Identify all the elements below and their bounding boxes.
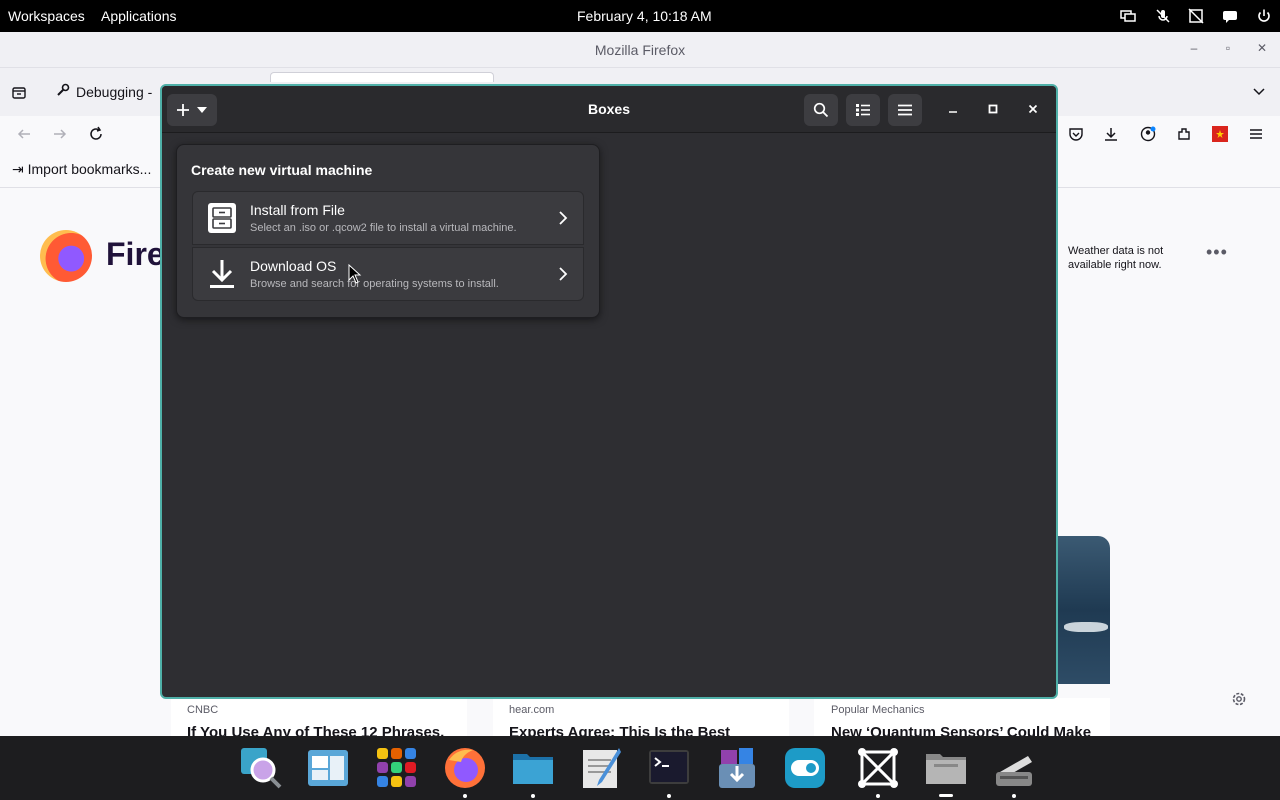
gear-icon[interactable] [1230,690,1248,713]
toggle-app-icon[interactable] [783,746,827,790]
firefox-window-title: Mozilla Firefox [594,42,686,58]
install-from-file-subtitle: Select an .iso or .qcow2 file to install… [250,222,517,234]
running-indicator [463,794,467,798]
create-vm-popover: Create new virtual machine Install from … [176,144,600,318]
story-headline[interactable]: If You Use Any of These 12 Phrases, [187,724,457,736]
story-headline[interactable]: Experts Agree: This Is the Best [509,724,779,736]
boxes-minimize-button[interactable] [942,98,964,120]
workspaces-button[interactable]: Workspaces [8,8,85,24]
boxes-app-icon[interactable] [856,746,900,790]
hamburger-menu-icon [898,104,912,116]
mouse-cursor-icon [348,263,362,289]
applications-button[interactable]: Applications [101,8,177,24]
back-icon[interactable] [16,126,32,142]
boxes-window: Boxes Create new virtual machine Install… [160,84,1058,699]
maximize-icon [988,104,998,114]
close-icon [1028,104,1038,114]
story-image[interactable] [1058,536,1110,684]
downloads-icon[interactable] [1103,126,1119,142]
popover-title: Create new virtual machine [191,162,373,178]
install-from-file-title: Install from File [250,202,345,218]
search-app-icon[interactable] [239,746,283,790]
firefox-titlebar: Mozilla Firefox – ▫ ✕ [0,32,1280,68]
software-center-icon[interactable] [715,746,759,790]
main-menu-button[interactable] [888,94,922,126]
tab-label: Debugging - [76,84,153,100]
story-source: Popular Mechanics [831,704,925,716]
minimize-icon[interactable]: – [1186,40,1202,56]
boxes-maximize-button[interactable] [982,98,1004,120]
download-os-title: Download OS [250,258,337,274]
wrench-icon [56,74,70,110]
story-source: hear.com [509,704,555,716]
running-indicator [667,794,671,798]
clock[interactable]: February 4, 10:18 AM [577,8,712,24]
close-icon[interactable]: ✕ [1254,40,1270,56]
import-icon: ⇥ [12,161,24,177]
boxes-close-button[interactable] [1022,98,1044,120]
minimize-icon [949,111,957,113]
forward-icon[interactable] [52,126,68,142]
more-options-icon[interactable]: ••• [1206,242,1228,263]
files-manager-icon[interactable] [306,746,350,790]
view-toggle-button[interactable] [846,94,880,126]
chevron-down-icon[interactable] [1252,84,1266,103]
chevron-right-icon [557,266,569,287]
menu-icon[interactable] [1248,126,1264,142]
maximize-icon[interactable]: ▫ [1220,40,1236,56]
install-from-file-row[interactable]: Install from File Select an .iso or .qco… [192,191,584,245]
app-grid-icon[interactable] [375,746,419,790]
dock [0,736,1280,800]
active-tab[interactable] [270,72,494,82]
reload-icon[interactable] [88,126,104,142]
no-network-icon[interactable] [1188,8,1204,24]
story-source: CNBC [187,704,219,716]
muted-mic-icon[interactable] [1155,8,1171,24]
list-view-icon [856,104,870,116]
scanner-icon[interactable] [992,746,1036,790]
download-icon [207,258,237,295]
firefox-view-icon[interactable] [11,84,27,105]
search-button[interactable] [804,94,838,126]
firefox-wordmark: Fire [106,236,165,272]
top-bar: Workspaces Applications February 4, 10:1… [0,0,1280,32]
folder-icon[interactable] [511,746,555,790]
text-editor-icon[interactable] [579,746,623,790]
download-os-subtitle: Browse and search for operating systems … [250,278,499,290]
story-headline[interactable]: New ‘Quantum Sensors’ Could Make [831,724,1101,736]
chat-icon[interactable] [1222,8,1238,24]
focused-indicator [939,794,953,797]
account-icon[interactable] [1140,126,1156,142]
running-indicator [876,794,880,798]
pocket-icon[interactable] [1068,126,1084,142]
running-indicator [531,794,535,798]
power-icon[interactable] [1256,8,1272,24]
download-os-row[interactable]: Download OS Browse and search for operat… [192,247,584,301]
terminal-icon[interactable] [647,746,691,790]
firefox-icon[interactable] [443,746,487,790]
file-cabinet-icon [207,202,237,239]
flag-extension-icon[interactable] [1212,126,1228,142]
weather-widget: Weather data is not available right now. [1068,245,1164,271]
import-bookmarks-button[interactable]: ⇥ Import bookmarks... [12,161,151,178]
boxes-headerbar: Boxes [162,86,1056,133]
files-icon[interactable] [924,746,968,790]
running-indicator [1012,794,1016,798]
extensions-icon[interactable] [1176,126,1192,142]
firefox-logo-icon [40,230,92,282]
display-icon[interactable] [1120,8,1136,24]
search-icon [813,102,829,118]
chevron-right-icon [557,210,569,231]
